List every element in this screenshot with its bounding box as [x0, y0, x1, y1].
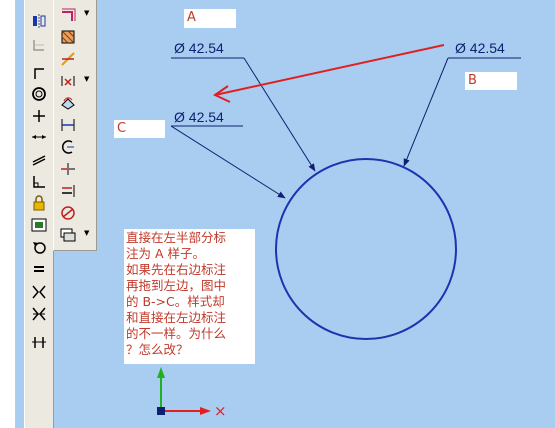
note-line: 注为 A 样子。 [126, 246, 205, 261]
break-icon[interactable] [58, 160, 78, 178]
edit-toolbar: ▼ ▼ ▼ [53, 0, 97, 251]
extend-icon[interactable] [58, 72, 78, 90]
label-c: C [114, 120, 165, 138]
note-line: 和直接在左边标注 [126, 310, 227, 325]
label-a-text: A [187, 10, 196, 25]
point-icon[interactable] [29, 107, 49, 125]
mirror-icon[interactable] [29, 12, 49, 30]
dim-c-text[interactable]: Ø 42.54 [174, 109, 224, 125]
fill-icon[interactable] [58, 28, 78, 46]
parallel-icon[interactable] [29, 150, 49, 168]
arc-dim-icon[interactable] [58, 138, 78, 156]
question-note: 直接在左半部分标 注为 A 样子。 如果先在右边标注 再拖到左边，图中 的 B-… [124, 229, 255, 364]
note-line: 直接在左半部分标 [126, 230, 227, 245]
chevron-down-icon[interactable]: ▼ [84, 75, 89, 83]
corner-icon[interactable] [29, 173, 49, 191]
pattern-icon[interactable] [29, 305, 49, 323]
chevron-down-icon[interactable]: ▼ [84, 229, 89, 237]
dim-b-text[interactable]: Ø 42.54 [455, 40, 505, 56]
chevron-down-icon[interactable]: ▼ [84, 9, 89, 17]
symmetric-icon[interactable] [29, 283, 49, 301]
sketch-toolbar [24, 0, 54, 428]
split-icon[interactable] [29, 333, 49, 351]
note-line: 的不一样。为什么 [126, 326, 227, 341]
dim-a-text[interactable]: Ø 42.54 [174, 40, 224, 56]
dimension-h-icon[interactable] [58, 116, 78, 134]
grid-icon[interactable] [29, 216, 49, 234]
trim-icon[interactable] [58, 50, 78, 68]
lock-icon[interactable] [29, 194, 49, 212]
dimension-icon[interactable] [29, 128, 49, 146]
align-icon[interactable] [58, 182, 78, 200]
transform-icon[interactable] [58, 94, 78, 112]
layers-icon[interactable] [58, 226, 78, 244]
no-icon[interactable] [58, 204, 78, 222]
x-axis-label: × [214, 402, 227, 420]
circle-icon[interactable] [29, 85, 49, 103]
left-edge-strip [0, 0, 16, 428]
note-line: 的 B->C。样式却 [126, 294, 225, 309]
note-line: 再拖到左边，图中 [126, 278, 227, 293]
guide-icon[interactable] [29, 36, 49, 54]
rotate-icon[interactable] [29, 238, 49, 256]
label-b: B [465, 72, 517, 90]
label-b-text: B [468, 73, 477, 88]
label-a: A [184, 9, 236, 28]
note-line: 如果先在右边标注 [126, 262, 227, 277]
label-c-text: C [117, 121, 127, 136]
note-line: ？怎么改？ [126, 342, 189, 357]
line-icon[interactable] [29, 64, 49, 82]
offset-icon[interactable] [58, 6, 78, 24]
equal-icon[interactable] [29, 260, 49, 278]
